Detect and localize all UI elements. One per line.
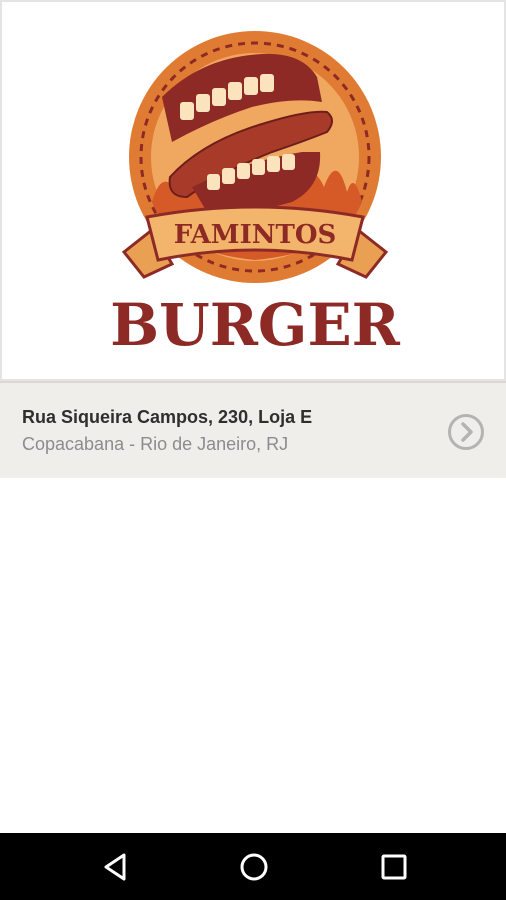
famintos-burger-logo: FAMINTOS BURGER (110, 31, 401, 359)
banner-text: FAMINTOS (174, 220, 337, 250)
app-screen: FAMINTOS BURGER Rua Siqueira Campos, 230… (0, 0, 506, 900)
chevron-right-circle-icon[interactable] (447, 413, 485, 451)
wordmark: BURGER (110, 291, 401, 359)
empty-content-area (0, 478, 506, 833)
logo-panel: FAMINTOS BURGER (0, 0, 506, 381)
home-circle-icon[interactable] (237, 850, 271, 884)
back-triangle-icon[interactable] (98, 850, 132, 884)
recents-square-icon[interactable] (377, 850, 411, 884)
store-address-card[interactable]: Rua Siqueira Campos, 230, Loja E Copacab… (0, 381, 506, 478)
address-city: Copacabana - Rio de Janeiro, RJ (22, 434, 289, 454)
address-street: Rua Siqueira Campos, 230, Loja E (22, 407, 313, 427)
android-navigation-bar (0, 833, 506, 900)
